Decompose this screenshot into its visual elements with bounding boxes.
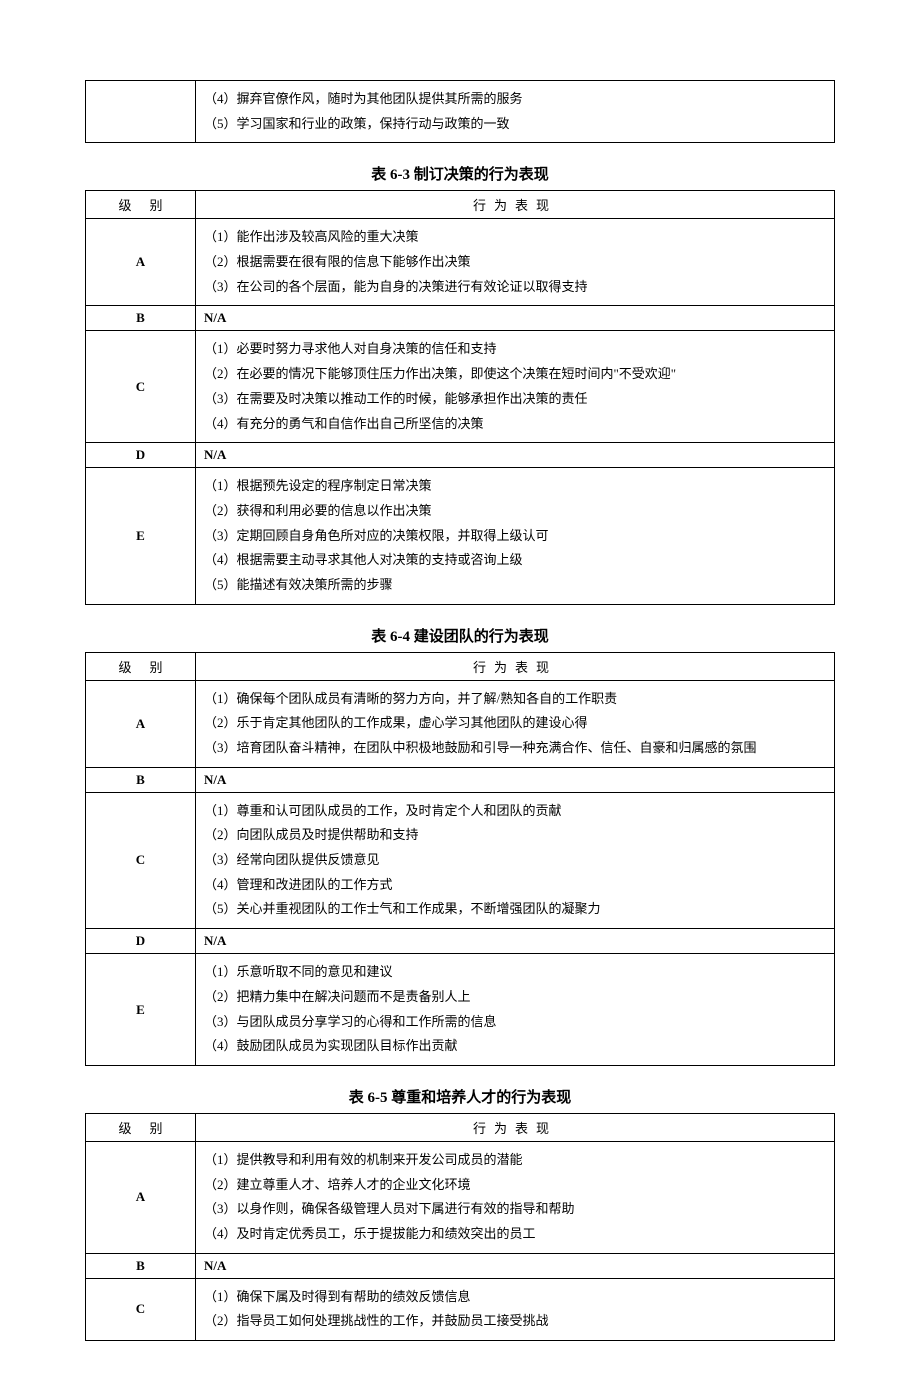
behavior-cell: （1）尊重和认可团队成员的工作，及时肯定个人和团队的贡献 （2）向团队成员及时提… [196, 792, 835, 928]
level-cell: E [86, 468, 196, 604]
table-row: D N/A [86, 443, 835, 468]
table-row: A （1）能作出涉及较高风险的重大决策 （2）根据需要在很有限的信息下能够作出决… [86, 219, 835, 306]
behavior-cell: （1）能作出涉及较高风险的重大决策 （2）根据需要在很有限的信息下能够作出决策 … [196, 219, 835, 306]
level-cell: C [86, 331, 196, 443]
behavior-item: （3）以身作则，确保各级管理人员对下属进行有效的指导和帮助 [204, 1197, 826, 1222]
level-cell: C [86, 792, 196, 928]
behavior-cell: （1）提供教导和利用有效的机制来开发公司成员的潜能 （2）建立尊重人才、培养人才… [196, 1141, 835, 1253]
na-cell: N/A [196, 767, 835, 792]
table-6-5: 级别 行为表现 A （1）提供教导和利用有效的机制来开发公司成员的潜能 （2）建… [85, 1113, 835, 1341]
table-header-row: 级别 行为表现 [86, 652, 835, 680]
level-cell: C [86, 1278, 196, 1340]
table-row: A （1）提供教导和利用有效的机制来开发公司成员的潜能 （2）建立尊重人才、培养… [86, 1141, 835, 1253]
behavior-cell: （1）乐意听取不同的意见和建议 （2）把精力集中在解决问题而不是责备别人上 （3… [196, 954, 835, 1066]
table-row: E （1）乐意听取不同的意见和建议 （2）把精力集中在解决问题而不是责备别人上 … [86, 954, 835, 1066]
header-behavior: 行为表现 [196, 1113, 835, 1141]
behavior-item: （1）必要时努力寻求他人对自身决策的信任和支持 [204, 337, 826, 362]
level-cell: A [86, 1141, 196, 1253]
behavior-cell: （1）根据预先设定的程序制定日常决策 （2）获得和利用必要的信息以作出决策 （3… [196, 468, 835, 604]
header-behavior: 行为表现 [196, 191, 835, 219]
behavior-item: （1）确保下属及时得到有帮助的绩效反馈信息 [204, 1285, 826, 1310]
behavior-item: （1）根据预先设定的程序制定日常决策 [204, 474, 826, 499]
behavior-item: （4）有充分的勇气和自信作出自己所坚信的决策 [204, 412, 826, 437]
behavior-item: （2）建立尊重人才、培养人才的企业文化环境 [204, 1173, 826, 1198]
behavior-item: （2）根据需要在很有限的信息下能够作出决策 [204, 250, 826, 275]
behavior-item: （4）鼓励团队成员为实现团队目标作出贡献 [204, 1034, 826, 1059]
level-cell: E [86, 954, 196, 1066]
behavior-item: （2）获得和利用必要的信息以作出决策 [204, 499, 826, 524]
behavior-item: （3）定期回顾自身角色所对应的决策权限，并取得上级认可 [204, 524, 826, 549]
behavior-item: （3）经常向团队提供反馈意见 [204, 848, 826, 873]
behavior-item: （3）与团队成员分享学习的心得和工作所需的信息 [204, 1010, 826, 1035]
behavior-item: （1）能作出涉及较高风险的重大决策 [204, 225, 826, 250]
table-6-2-fragment: （4）摒弃官僚作风，随时为其他团队提供其所需的服务 （5）学习国家和行业的政策，… [85, 80, 835, 143]
behavior-item: （5）能描述有效决策所需的步骤 [204, 573, 826, 598]
behavior-item: （2）把精力集中在解决问题而不是责备别人上 [204, 985, 826, 1010]
behavior-item: （2）在必要的情况下能够顶住压力作出决策，即使这个决策在短时间内"不受欢迎" [204, 362, 826, 387]
table-6-3: 级别 行为表现 A （1）能作出涉及较高风险的重大决策 （2）根据需要在很有限的… [85, 190, 835, 604]
table-row: B N/A [86, 1253, 835, 1278]
table-6-5-title: 表 6-5 尊重和培养人才的行为表现 [85, 1086, 835, 1107]
table-row: C （1）确保下属及时得到有帮助的绩效反馈信息 （2）指导员工如何处理挑战性的工… [86, 1278, 835, 1340]
header-level: 级别 [86, 191, 196, 219]
behavior-cell: （4）摒弃官僚作风，随时为其他团队提供其所需的服务 （5）学习国家和行业的政策，… [196, 81, 835, 143]
level-cell: B [86, 767, 196, 792]
level-cell: D [86, 443, 196, 468]
na-cell: N/A [196, 443, 835, 468]
behavior-item: （1）尊重和认可团队成员的工作，及时肯定个人和团队的贡献 [204, 799, 826, 824]
behavior-item: （2）指导员工如何处理挑战性的工作，并鼓励员工接受挑战 [204, 1309, 826, 1334]
behavior-item: （1）乐意听取不同的意见和建议 [204, 960, 826, 985]
behavior-item: （1）提供教导和利用有效的机制来开发公司成员的潜能 [204, 1148, 826, 1173]
behavior-item: （5）学习国家和行业的政策，保持行动与政策的一致 [204, 112, 826, 137]
behavior-cell: （1）必要时努力寻求他人对自身决策的信任和支持 （2）在必要的情况下能够顶住压力… [196, 331, 835, 443]
level-cell-empty [86, 81, 196, 143]
table-row: D N/A [86, 929, 835, 954]
table-row: E （1）根据预先设定的程序制定日常决策 （2）获得和利用必要的信息以作出决策 … [86, 468, 835, 604]
table-row: A （1）确保每个团队成员有清晰的努力方向，并了解/熟知各自的工作职责 （2）乐… [86, 680, 835, 767]
behavior-item: （4）摒弃官僚作风，随时为其他团队提供其所需的服务 [204, 87, 826, 112]
level-cell: A [86, 219, 196, 306]
behavior-cell: （1）确保下属及时得到有帮助的绩效反馈信息 （2）指导员工如何处理挑战性的工作，… [196, 1278, 835, 1340]
na-cell: N/A [196, 929, 835, 954]
header-behavior: 行为表现 [196, 652, 835, 680]
behavior-item: （1）确保每个团队成员有清晰的努力方向，并了解/熟知各自的工作职责 [204, 687, 826, 712]
table-6-4: 级别 行为表现 A （1）确保每个团队成员有清晰的努力方向，并了解/熟知各自的工… [85, 652, 835, 1066]
table-header-row: 级别 行为表现 [86, 191, 835, 219]
table-row: C （1）尊重和认可团队成员的工作，及时肯定个人和团队的贡献 （2）向团队成员及… [86, 792, 835, 928]
behavior-item: （3）在需要及时决策以推动工作的时候，能够承担作出决策的责任 [204, 387, 826, 412]
level-cell: B [86, 306, 196, 331]
header-level: 级别 [86, 652, 196, 680]
table-row: B N/A [86, 306, 835, 331]
table-row: （4）摒弃官僚作风，随时为其他团队提供其所需的服务 （5）学习国家和行业的政策，… [86, 81, 835, 143]
behavior-item: （3）培育团队奋斗精神，在团队中积极地鼓励和引导一种充满合作、信任、自豪和归属感… [204, 736, 826, 761]
behavior-item: （5）关心并重视团队的工作士气和工作成果，不断增强团队的凝聚力 [204, 897, 826, 922]
level-cell: B [86, 1253, 196, 1278]
table-row: C （1）必要时努力寻求他人对自身决策的信任和支持 （2）在必要的情况下能够顶住… [86, 331, 835, 443]
behavior-item: （2）乐于肯定其他团队的工作成果，虚心学习其他团队的建设心得 [204, 711, 826, 736]
na-cell: N/A [196, 306, 835, 331]
level-cell: D [86, 929, 196, 954]
behavior-item: （4）管理和改进团队的工作方式 [204, 873, 826, 898]
level-cell: A [86, 680, 196, 767]
behavior-item: （2）向团队成员及时提供帮助和支持 [204, 823, 826, 848]
table-header-row: 级别 行为表现 [86, 1113, 835, 1141]
header-level: 级别 [86, 1113, 196, 1141]
behavior-item: （4）根据需要主动寻求其他人对决策的支持或咨询上级 [204, 548, 826, 573]
table-6-4-title: 表 6-4 建设团队的行为表现 [85, 625, 835, 646]
table-6-3-title: 表 6-3 制订决策的行为表现 [85, 163, 835, 184]
behavior-cell: （1）确保每个团队成员有清晰的努力方向，并了解/熟知各自的工作职责 （2）乐于肯… [196, 680, 835, 767]
behavior-item: （3）在公司的各个层面，能为自身的决策进行有效论证以取得支持 [204, 275, 826, 300]
na-cell: N/A [196, 1253, 835, 1278]
table-row: B N/A [86, 767, 835, 792]
behavior-item: （4）及时肯定优秀员工，乐于提拔能力和绩效突出的员工 [204, 1222, 826, 1247]
